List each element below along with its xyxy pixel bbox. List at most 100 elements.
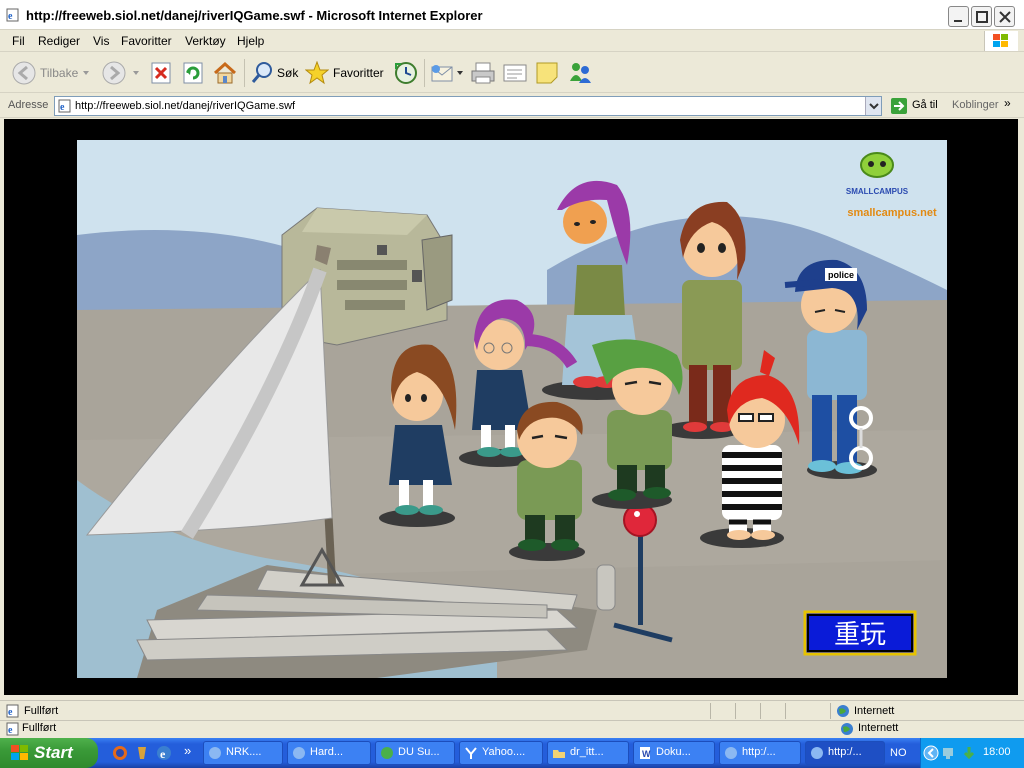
task-label: Yahoo.... xyxy=(482,746,526,758)
quick-launch-bar: e » xyxy=(106,738,202,768)
task-label: http:/... xyxy=(742,746,776,758)
menu-view[interactable]: Vis xyxy=(93,34,109,48)
favorites-button-label[interactable]: Favoritter xyxy=(333,66,384,80)
taskbar-item-word[interactable]: W Doku... xyxy=(633,741,715,765)
page-icon: e xyxy=(58,99,71,113)
download-tray-icon[interactable] xyxy=(961,745,977,761)
logo-text: smallcampus.net xyxy=(847,207,937,219)
standard-toolbar: Tilbake Søk Favoritter xyxy=(0,53,1024,93)
ie-page-icon: e xyxy=(6,8,19,22)
go-button[interactable]: Gå til xyxy=(890,97,946,115)
menu-edit[interactable]: Rediger xyxy=(38,34,80,48)
back-dropdown-icon[interactable] xyxy=(82,69,90,93)
replay-button[interactable]: 重玩 xyxy=(803,610,917,656)
close-icon xyxy=(999,11,1011,23)
back-arrow-icon[interactable] xyxy=(12,61,36,85)
ie-icon xyxy=(293,747,305,759)
taskbar-item-hard[interactable]: Hard... xyxy=(287,741,371,765)
menu-tools[interactable]: Verktøy xyxy=(185,34,226,48)
status-text-2: Fullført xyxy=(22,722,57,734)
home-icon[interactable] xyxy=(212,61,238,85)
globe-icon xyxy=(841,723,853,735)
search-button-label[interactable]: Søk xyxy=(277,66,298,80)
ie-icon[interactable]: e xyxy=(156,745,172,761)
messenger-icon[interactable] xyxy=(567,61,593,85)
search-icon[interactable] xyxy=(250,61,274,85)
close-button[interactable] xyxy=(994,6,1015,27)
favorites-star-icon[interactable] xyxy=(305,61,329,85)
start-button[interactable]: Start xyxy=(0,738,98,768)
task-label: NRK.... xyxy=(226,746,262,758)
forward-arrow-icon[interactable] xyxy=(102,61,126,85)
menu-bar: Fil Rediger Vis Favoritter Verktøy Hjelp xyxy=(0,30,1024,52)
address-url[interactable]: http://freeweb.siol.net/danej/riverIQGam… xyxy=(75,100,295,112)
maximize-icon xyxy=(976,11,988,23)
ie-icon xyxy=(209,747,221,759)
history-icon[interactable] xyxy=(393,61,419,85)
yahoo-icon xyxy=(465,747,477,759)
svg-text:e: e xyxy=(60,102,65,113)
taskbar-item-http-2[interactable]: http:/... xyxy=(805,741,885,765)
stop-icon[interactable] xyxy=(150,61,172,85)
window-title: http://freeweb.siol.net/danej/riverIQGam… xyxy=(26,8,483,23)
river-iq-game-scene: police SMALLCAMPUS smallcampus.net 重玩 xyxy=(77,140,947,678)
ie-icon xyxy=(811,747,823,759)
globe-icon xyxy=(837,705,849,717)
system-tray: 18:00 xyxy=(920,738,1024,768)
print-icon[interactable] xyxy=(470,61,496,85)
zone-text-2: Internett xyxy=(858,722,899,734)
edit-icon[interactable] xyxy=(502,61,528,85)
taskbar-item-http-1[interactable]: http:/... xyxy=(719,741,801,765)
links-chevron-icon[interactable]: » xyxy=(1004,96,1011,110)
menu-help[interactable]: Hjelp xyxy=(237,34,264,48)
app-icon[interactable] xyxy=(134,745,150,761)
menu-favorites[interactable]: Favoritter xyxy=(121,34,172,48)
minimize-button[interactable] xyxy=(948,6,969,27)
svg-text:e: e xyxy=(8,707,13,718)
status-bar-secondary: e Fullført Internett xyxy=(0,720,1024,736)
maximize-button[interactable] xyxy=(971,6,992,27)
task-label: DU Su... xyxy=(398,746,440,758)
forward-dropdown-icon[interactable] xyxy=(132,69,140,93)
quick-launch-more-icon[interactable]: » xyxy=(184,743,191,758)
address-label: Adresse xyxy=(8,99,49,111)
taskbar-item-folder[interactable]: dr_itt... xyxy=(547,741,629,765)
task-label: Doku... xyxy=(656,746,691,758)
page-content: police SMALLCAMPUS smallcampus.net 重玩 xyxy=(4,119,1018,695)
replay-label[interactable]: 重玩 xyxy=(834,620,886,650)
mail-dropdown-icon[interactable] xyxy=(456,69,464,93)
address-input[interactable]: e http://freeweb.siol.net/danej/riverIQG… xyxy=(54,96,882,116)
go-arrow-icon xyxy=(891,98,907,114)
mail-icon[interactable] xyxy=(430,61,456,85)
taskbar: Start e » NRK.... Hard... DU Su... Yahoo… xyxy=(0,738,1024,768)
task-label: Hard... xyxy=(310,746,344,758)
start-label[interactable]: Start xyxy=(34,743,73,763)
menu-file[interactable]: Fil xyxy=(12,34,25,48)
tray-arrow-icon[interactable] xyxy=(923,745,939,761)
taskbar-item-du[interactable]: DU Su... xyxy=(375,741,455,765)
status-divider xyxy=(735,703,736,719)
windows-flag-icon xyxy=(984,31,1018,51)
toolbar-separator xyxy=(424,59,425,87)
logo-name: SMALLCAMPUS xyxy=(846,187,909,196)
refresh-icon[interactable] xyxy=(182,61,204,85)
taskbar-item-yahoo[interactable]: Yahoo.... xyxy=(459,741,543,765)
network-icon[interactable] xyxy=(941,745,957,761)
flash-game-stage[interactable]: police SMALLCAMPUS smallcampus.net 重玩 xyxy=(77,140,947,678)
title-bar: e http://freeweb.siol.net/danej/riverIQG… xyxy=(0,0,1024,30)
toolbar-separator xyxy=(244,59,245,87)
links-label[interactable]: Koblinger xyxy=(952,99,998,111)
ie-icon xyxy=(725,747,737,759)
address-bar: Adresse e http://freeweb.siol.net/danej/… xyxy=(0,94,1024,118)
address-dropdown-button[interactable] xyxy=(865,97,881,115)
police-cap-text: police xyxy=(828,270,854,280)
clock[interactable]: 18:00 xyxy=(983,746,1011,758)
taskbar-item-nrk[interactable]: NRK.... xyxy=(203,741,283,765)
language-indicator[interactable]: NO xyxy=(890,747,907,759)
discuss-note-icon[interactable] xyxy=(535,61,559,85)
go-label[interactable]: Gå til xyxy=(912,99,938,111)
firefox-icon[interactable] xyxy=(112,745,128,761)
status-bar: e Fullført Internett xyxy=(0,700,1024,720)
back-button-label[interactable]: Tilbake xyxy=(40,66,78,80)
svg-text:e: e xyxy=(8,11,13,22)
